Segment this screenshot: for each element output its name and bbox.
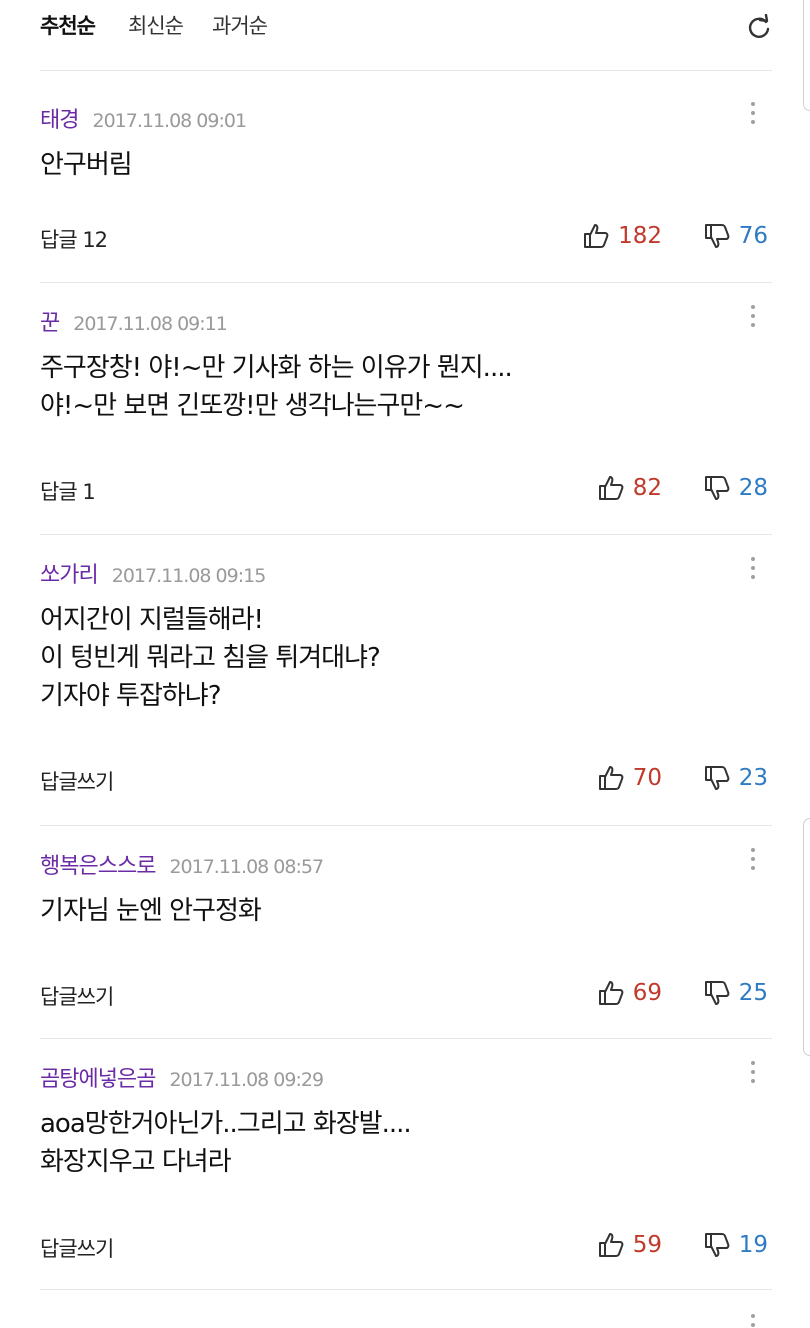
dislike-count: 23 [738,765,768,791]
comment-header: 태경 2017.11.08 09:01 [40,102,247,134]
comment-item: 쏘가리 2017.11.08 09:15 어지간이 지럴들해라! 이 텅빈게 뭐라… [40,535,772,826]
sort-tab-oldest[interactable]: 과거순 [212,10,268,40]
more-options-icon[interactable] [750,305,756,331]
edge-scroll-indicator [803,0,810,111]
comment-time: 2017.11.08 09:15 [111,565,267,587]
dislike-button[interactable]: 76 [703,222,768,250]
thumbs-up-icon [598,766,624,790]
comment-item: 행복은스스로 2017.11.08 08:57 기자님 눈엔 안구정화 답글쓰기 … [40,826,772,1039]
comment-header: 행복은스스로 2017.11.08 08:57 [40,848,324,880]
dislike-count: 28 [738,475,768,501]
comment-header: 곰탕에넣은곰 2017.11.08 09:29 [40,1061,324,1093]
comment-line: 이 텅빈게 뭐라고 침을 튀겨대냐? [40,643,381,673]
comment-line: 안구버림 [40,150,133,180]
sort-tab-latest[interactable]: 최신순 [128,10,184,40]
like-count: 59 [632,1232,662,1258]
comment-line: 기자야 투잡하냐? [40,681,222,711]
comment-body: 어지간이 지럴들해라! 이 텅빈게 뭐라고 침을 튀겨대냐? 기자야 투잡하냐? [40,601,381,715]
reply-button[interactable]: 답글쓰기 [40,981,114,1011]
comment-header: 꾼 2017.11.08 09:11 [40,305,228,337]
more-options-icon[interactable] [750,102,756,128]
like-button[interactable]: 59 [597,1231,662,1259]
like-count: 70 [632,765,662,791]
comment-body: 기자님 눈엔 안구정화 [40,892,262,930]
comment-time: 2017.11.08 09:11 [73,313,228,335]
thumbs-down-icon [704,766,730,790]
thumbs-up-icon [598,1233,624,1257]
comment-line: 화장지우고 다녀라 [40,1147,232,1177]
scrollbar-thumb[interactable] [803,818,810,1056]
comment-line: 주구장창! 야!~만 기사화 하는 이유가 뭔지.... [40,353,513,383]
dislike-button[interactable]: 28 [703,474,768,502]
like-count: 69 [632,980,662,1006]
comment-author[interactable]: 행복은스스로 [40,854,156,879]
comment-body: aoa망한거아닌가..그리고 화장발.... 화장지우고 다녀라 [40,1105,412,1181]
thumbs-down-icon [704,224,730,248]
like-count: 182 [618,223,662,249]
comment-header: 쏘가리 2017.11.08 09:15 [40,557,267,589]
comment-time: 2017.11.08 09:01 [92,110,247,132]
sort-bar: 추천순 최신순 과거순 [40,0,772,71]
dislike-count: 25 [738,980,768,1006]
comment-line: aoa망한거아닌가..그리고 화장발.... [40,1109,412,1139]
like-button[interactable]: 69 [597,979,662,1007]
comment-body: 안구버림 [40,146,133,184]
thumbs-down-icon [704,476,730,500]
comment-line: 어지간이 지럴들해라! [40,605,264,635]
comment-time: 2017.11.08 09:29 [169,1069,324,1091]
dislike-count: 19 [738,1232,768,1258]
thumbs-up-icon [598,476,624,500]
comment-author[interactable]: 태경 [40,108,79,133]
dislike-button[interactable]: 19 [703,1231,768,1259]
comment-author[interactable]: 쏘가리 [40,563,99,588]
like-button[interactable]: 82 [597,474,662,502]
like-button[interactable]: 182 [582,222,662,250]
reply-button[interactable]: 답글 12 [40,224,108,254]
comment-line: 야!~만 보면 긴또깡!만 생각나는구만~~ [40,391,465,421]
dislike-count: 76 [738,223,768,249]
thumbs-up-icon [598,981,624,1005]
comment-time: 2017.11.08 08:57 [169,856,324,878]
refresh-icon[interactable] [746,14,772,40]
comment-author[interactable]: 곰탕에넣은곰 [40,1067,156,1092]
comment-item: 태경 2017.11.08 09:01 안구버림 답글 12 182 76 [40,80,772,283]
more-options-icon[interactable] [750,1061,756,1087]
like-button[interactable]: 70 [597,764,662,792]
comment-line: 기자님 눈엔 안구정화 [40,896,262,926]
like-count: 82 [632,475,662,501]
thumbs-down-icon [704,1233,730,1257]
comment-item: 곰탕에넣은곰 2017.11.08 09:29 aoa망한거아닌가..그리고 화장… [40,1039,772,1290]
more-options-icon[interactable] [750,557,756,583]
comment-body: 주구장창! 야!~만 기사화 하는 이유가 뭔지.... 야!~만 보면 긴또깡… [40,349,513,425]
sort-tab-recommended[interactable]: 추천순 [40,10,96,40]
reply-button[interactable]: 답글쓰기 [40,766,114,796]
dislike-button[interactable]: 25 [703,979,768,1007]
more-options-icon[interactable] [750,848,756,874]
comment-item: 꾼 2017.11.08 09:11 주구장창! 야!~만 기사화 하는 이유가 … [40,283,772,535]
comment-item-partial [40,1290,772,1328]
dislike-button[interactable]: 23 [703,764,768,792]
more-options-icon[interactable] [750,1314,756,1328]
comment-author[interactable]: 꾼 [40,311,60,336]
thumbs-down-icon [704,981,730,1005]
reply-button[interactable]: 답글쓰기 [40,1233,114,1263]
thumbs-up-icon [584,224,609,248]
reply-button[interactable]: 답글 1 [40,476,96,506]
